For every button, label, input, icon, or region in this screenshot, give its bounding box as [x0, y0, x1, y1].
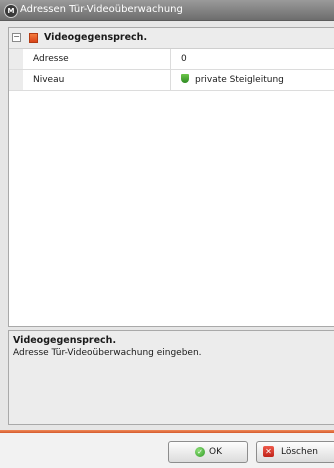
row-gutter [9, 49, 23, 69]
property-row-adresse[interactable]: Adresse 0 [9, 49, 334, 70]
property-value-adresse[interactable]: 0 [172, 49, 187, 69]
green-shield-icon [181, 74, 189, 83]
button-bar: ✓ OK ✕ Löschen [0, 433, 334, 468]
description-text: Adresse Tür-Videoüberwachung eingeben. [13, 348, 202, 358]
level-value[interactable]: private Steigleitung [195, 75, 284, 85]
property-name: Niveau [23, 70, 171, 90]
description-title: Videogegensprech. [13, 335, 117, 346]
address-value[interactable]: 0 [181, 54, 187, 64]
property-group-header[interactable]: − Videogegensprech. [9, 28, 334, 49]
app-icon: M [4, 4, 18, 18]
dialog-window: M Adressen Tür-Videoüberwachung − Videog… [0, 0, 334, 468]
collapse-icon[interactable]: − [12, 33, 21, 42]
ok-button-label: OK [209, 447, 222, 457]
ok-button[interactable]: ✓ OK [168, 441, 248, 463]
orange-square-icon [29, 33, 38, 43]
delete-button[interactable]: ✕ Löschen [256, 441, 334, 463]
property-grid: − Videogegensprech. Adresse 0 Niveau pri… [8, 27, 334, 327]
property-name: Adresse [23, 49, 171, 69]
window-title: Adressen Tür-Videoüberwachung [20, 4, 183, 15]
row-gutter [9, 70, 23, 90]
title-bar: M Adressen Tür-Videoüberwachung [0, 0, 334, 21]
property-value-niveau[interactable]: private Steigleitung [172, 70, 284, 90]
check-icon: ✓ [195, 447, 205, 457]
delete-button-label: Löschen [281, 447, 318, 457]
group-label: Videogegensprech. [44, 32, 148, 43]
property-row-niveau[interactable]: Niveau private Steigleitung [9, 70, 334, 91]
description-panel: Videogegensprech. Adresse Tür-Videoüberw… [8, 330, 334, 425]
x-icon: ✕ [263, 446, 274, 457]
